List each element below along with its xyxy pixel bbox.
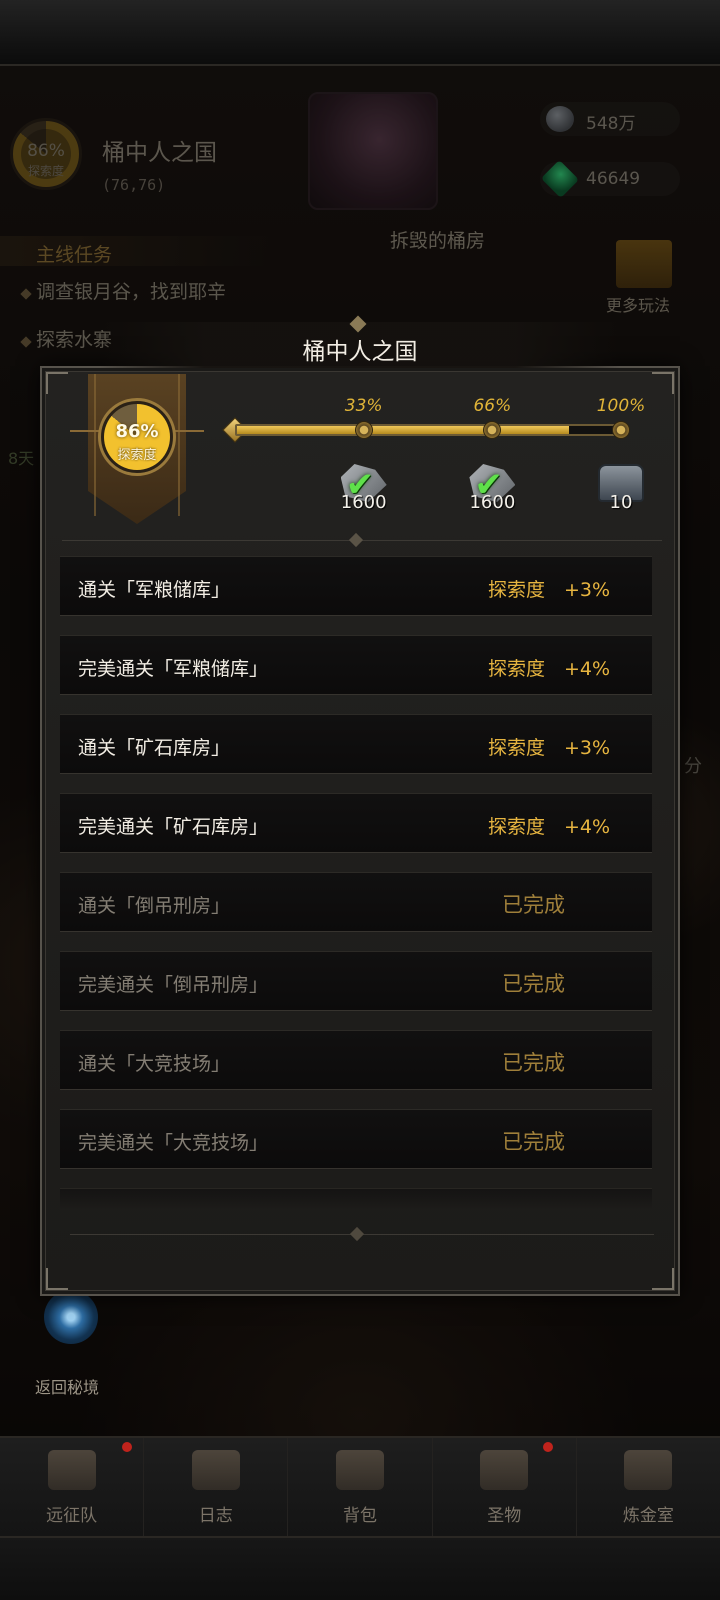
bag-icon (336, 1450, 384, 1490)
milestone-node (354, 421, 373, 439)
task-label: 完美通关「倒吊刑房」 (78, 974, 269, 996)
nav-relics[interactable]: 圣物 (433, 1438, 577, 1536)
nav-backpack[interactable]: 背包 (288, 1438, 433, 1536)
task-status: 已完成 (502, 1051, 565, 1075)
task-row[interactable]: 通关「矿石库房」 探索度 +3% (60, 714, 652, 774)
task-list[interactable]: 通关「军粮储库」 探索度 +3% 完美通关「军粮储库」 探索度 +4% 通关「矿石库房」… (60, 556, 652, 1210)
task-label: 通关「矿石库房」 (78, 737, 231, 759)
reward-quantity: 1600 (340, 492, 387, 513)
notification-dot (122, 1442, 132, 1452)
alchemy-icon (624, 1450, 673, 1490)
gauge-label: 探索度 (117, 448, 157, 463)
task-label: 通关「大竞技场」 (78, 1053, 231, 1075)
milestone-node (483, 421, 502, 439)
task-status: 已完成 (502, 893, 565, 917)
nav-label: 炼金室 (622, 1506, 674, 1526)
divider-ornament (349, 1226, 365, 1242)
task-reward: 探索度 +4% (488, 816, 611, 838)
progress-track (235, 424, 625, 436)
portal-icon[interactable] (44, 1290, 98, 1344)
scroll-icon (191, 1450, 240, 1490)
nav-journal[interactable]: 日志 (144, 1438, 289, 1536)
gauge-percent: 86% (115, 421, 159, 442)
task-status: 已完成 (502, 1130, 565, 1154)
modal-title: 桶中人之国 (302, 339, 418, 365)
task-label: 完美通关「矿石库房」 (78, 816, 269, 838)
reward-quantity: 10 (609, 492, 633, 513)
milestone-node (612, 421, 630, 439)
bottom-frame (0, 1536, 720, 1600)
corner-ornament (46, 1268, 68, 1290)
task-label: 完美通关「军粮储库」 (78, 658, 269, 680)
task-row[interactable]: 完美通关「倒吊刑房」 已完成 (60, 951, 652, 1011)
task-reward: 探索度 +3% (488, 579, 611, 601)
nav-label: 日志 (198, 1506, 233, 1526)
corner-ornament (652, 372, 674, 394)
task-label: 通关「倒吊刑房」 (78, 895, 231, 917)
nav-label: 圣物 (487, 1506, 522, 1526)
task-label: 通关「军粮储库」 (78, 579, 231, 601)
reward-quantity: 1600 (469, 492, 516, 513)
helmet-icon (47, 1450, 96, 1490)
milestone-percent: 33% (344, 396, 383, 416)
exploration-gauge: 86% 探索度 (98, 398, 176, 476)
nav-alchemy[interactable]: 炼金室 (577, 1438, 720, 1536)
bottom-nav: 远征队 日志 背包 圣物 炼金室 (0, 1436, 720, 1536)
task-reward: 探索度 +4% (488, 658, 611, 680)
milestone-percent: 66% (473, 396, 512, 416)
task-label: 完美通关「大竞技场」 (78, 1132, 269, 1154)
corner-ornament (46, 372, 68, 394)
task-row[interactable]: 通关「军粮储库」 探索度 +3% (60, 556, 652, 616)
task-row[interactable]: 完美通关「军粮储库」 探索度 +4% (60, 635, 652, 695)
return-secret-realm-label[interactable]: 返回秘境 (35, 1374, 99, 1398)
top-frame (0, 0, 720, 66)
task-row[interactable]: 通关「大竞技场」 已完成 (60, 1030, 652, 1090)
list-fade (60, 1180, 652, 1210)
progress-fill (237, 426, 569, 434)
notification-dot (542, 1442, 553, 1452)
task-row[interactable]: 完美通关「大竞技场」 已完成 (60, 1109, 652, 1169)
task-row[interactable]: 通关「倒吊刑房」 已完成 (60, 872, 652, 932)
chalice-icon (480, 1450, 529, 1490)
task-row[interactable]: 完美通关「矿石库房」 探索度 +4% (60, 793, 652, 853)
nav-label: 远征队 (46, 1506, 98, 1526)
nav-label: 背包 (343, 1506, 377, 1526)
exploration-modal: 86% 探索度 33% ✔ 1600 66% ✔ 1600 100% 10 通关「军粮储库」探… (40, 366, 680, 1296)
nav-expedition[interactable]: 远征队 (0, 1438, 145, 1536)
task-status: 已完成 (502, 972, 565, 996)
task-reward: 探索度 +3% (488, 737, 611, 759)
divider-ornament (348, 532, 364, 548)
milestone-percent: 100% (596, 396, 646, 416)
corner-ornament (652, 1268, 674, 1290)
